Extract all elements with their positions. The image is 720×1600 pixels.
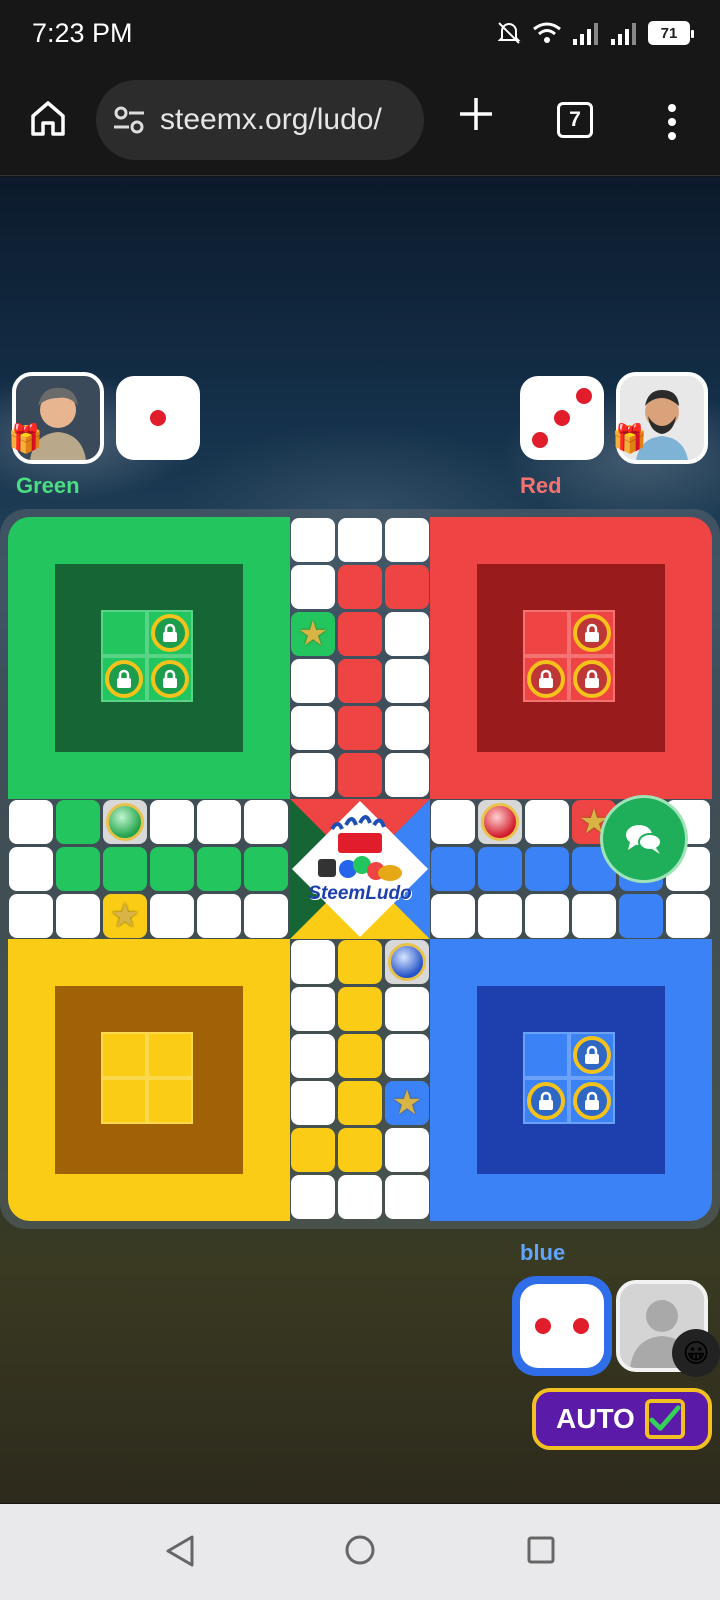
emoji-icon: 😀 (682, 1337, 710, 1368)
new-tab-icon[interactable] (456, 94, 496, 134)
wifi-icon (533, 22, 561, 43)
muted-bell-icon (497, 22, 521, 44)
lock-icon[interactable] (105, 660, 143, 698)
lock-icon[interactable] (573, 614, 611, 652)
browser-toolbar: steemx.org/ludo/ 7 (0, 64, 720, 176)
home-nav-icon[interactable] (344, 1534, 376, 1566)
emoji-button[interactable]: 😀 (672, 1329, 720, 1377)
lock-icon[interactable] (573, 660, 611, 698)
red-player-name: Red (520, 473, 562, 498)
green-home (8, 517, 290, 799)
chat-icon (626, 825, 662, 854)
auto-play-button[interactable]: AUTO (532, 1388, 712, 1450)
url-text: steemx.org/ludo/ (160, 103, 382, 136)
more-menu-icon[interactable] (660, 100, 684, 144)
blue-home (430, 939, 712, 1221)
lock-icon[interactable] (151, 614, 189, 652)
auto-label: AUTO (556, 1403, 635, 1434)
blue-dice[interactable] (520, 1284, 604, 1368)
checkmark-icon (649, 1405, 681, 1431)
status-icons: 71 (496, 18, 694, 48)
center-finish-area: SteemLudo (290, 799, 430, 939)
star-icon: ★ (109, 897, 141, 935)
blue-player-name: blue (520, 1240, 566, 1265)
blue-token[interactable] (388, 943, 426, 981)
recents-nav-icon[interactable] (526, 1535, 556, 1565)
yellow-home (8, 939, 290, 1221)
game-area: 🎁 Green 🎁 Red ★ ★ ★ ★ SteemLudo blue 😀 A… (0, 177, 720, 1503)
back-nav-icon[interactable] (164, 1534, 196, 1568)
address-bar[interactable]: steemx.org/ludo/ (96, 80, 424, 160)
ludo-board: ★ ★ ★ ★ SteemLudo (8, 517, 712, 1221)
signal-icon-2 (611, 23, 636, 45)
red-token[interactable] (481, 803, 519, 841)
logo-text: SteemLudo (308, 883, 412, 904)
lock-icon[interactable] (527, 660, 565, 698)
status-bar: 7:23 PM 71 (0, 0, 720, 64)
red-dice[interactable] (520, 376, 604, 460)
green-dice[interactable] (116, 376, 200, 460)
red-home (430, 517, 712, 799)
lock-icon[interactable] (527, 1082, 565, 1120)
system-nav-bar (0, 1504, 720, 1600)
star-icon: ★ (391, 1084, 423, 1122)
auto-checkbox[interactable] (644, 1399, 685, 1439)
tab-switcher-button[interactable]: 7 (557, 102, 593, 138)
lock-icon[interactable] (151, 660, 189, 698)
gift-icon[interactable]: 🎁 (612, 422, 647, 455)
chat-button[interactable] (600, 795, 688, 883)
home-icon[interactable] (28, 98, 68, 138)
star-icon: ★ (297, 615, 329, 653)
gift-icon[interactable]: 🎁 (8, 422, 43, 455)
lock-icon[interactable] (573, 1082, 611, 1120)
signal-icon (573, 23, 598, 45)
green-token[interactable] (106, 803, 144, 841)
battery-indicator: 71 (648, 21, 694, 45)
site-settings-icon[interactable] (112, 103, 146, 137)
clock: 7:23 PM (32, 18, 133, 48)
green-player-name: Green (16, 473, 80, 498)
lock-icon[interactable] (573, 1036, 611, 1074)
